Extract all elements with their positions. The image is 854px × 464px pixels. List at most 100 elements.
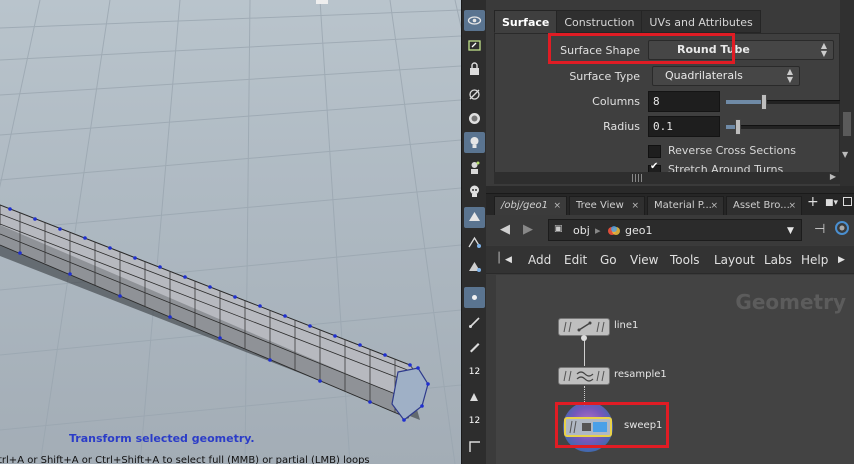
bulb-icon[interactable] (464, 132, 485, 153)
tab-material-palette[interactable]: Material P... × (647, 196, 724, 216)
menu-add[interactable]: Add (528, 253, 551, 267)
viewport-toolbar: 12 12 (461, 0, 486, 464)
network-context-label: Geometry (735, 290, 846, 314)
output-port[interactable] (581, 335, 587, 341)
lock-icon[interactable] (464, 58, 485, 79)
tab-obj-geo1-label: /obj/geo1 (501, 200, 548, 211)
scroll-right-icon[interactable]: ▶ (830, 172, 836, 181)
obj-icon: ▣ (554, 224, 563, 234)
arrow-icon[interactable] (464, 386, 485, 407)
display-icon[interactable] (464, 207, 485, 228)
tab-obj-geo1[interactable]: /obj/geo1 × (494, 196, 567, 216)
back-arrow-icon[interactable]: ◀ (500, 222, 510, 237)
menubar-more-icon[interactable]: ▶ (838, 255, 845, 265)
tab-construction[interactable]: Construction (556, 10, 643, 33)
tab-tree-view[interactable]: Tree View × (569, 196, 645, 216)
network-editor[interactable]: Geometry line1 resample1 sweep1 (496, 275, 854, 464)
path-dropdown-icon[interactable]: ▼ (787, 226, 794, 236)
skull-icon[interactable] (464, 181, 485, 202)
menu-arrows-icon: ▲ ▼ (786, 67, 794, 84)
close-icon[interactable]: × (710, 197, 718, 215)
viewport-grid (0, 0, 461, 464)
num12-icon[interactable]: 12 (464, 410, 485, 431)
menubar-handle-icon: ┃ (496, 253, 503, 264)
reverse-checkbox[interactable] (648, 145, 661, 158)
menubar-arrow-icon[interactable]: ◀ (505, 255, 512, 265)
tab-asset-browser[interactable]: Asset Bro... × (726, 196, 802, 216)
parameter-scrollbar-vertical[interactable]: ▼ (840, 0, 854, 186)
path-field[interactable]: ▣ obj ▸ geo1 ▼ (548, 219, 802, 241)
surface-type-value: Quadrilaterals (665, 69, 743, 82)
parameter-area: Surface Shape Round Tube ▲ ▼ Surface Type… (494, 33, 841, 173)
light-icon[interactable] (464, 108, 485, 129)
ghost-icon[interactable] (464, 157, 485, 178)
menu-tools[interactable]: Tools (670, 253, 700, 267)
numbers-icon[interactable]: 12 (464, 361, 485, 382)
shade-icon[interactable] (464, 256, 485, 277)
reverse-label: Reverse Cross Sections (668, 144, 796, 157)
radius-slider[interactable] (726, 119, 841, 135)
node-line1[interactable] (558, 318, 610, 336)
pin-icon[interactable]: ⊣ (814, 222, 825, 237)
crumb-obj[interactable]: obj (573, 224, 590, 237)
path-bar: ◀ ▶ ▣ obj ▸ geo1 ▼ ⊣ (486, 215, 854, 245)
node-resample1[interactable] (558, 367, 610, 385)
menu-view[interactable]: View (630, 253, 658, 267)
forward-arrow-icon[interactable]: ▶ (523, 222, 533, 237)
scroll-down-icon[interactable]: ▼ (842, 150, 848, 159)
close-icon[interactable]: × (553, 197, 561, 215)
menu-arrows-icon: ▲ ▼ (820, 41, 828, 58)
node-line1-label: line1 (614, 320, 639, 331)
parameter-tabs: Surface Construction UVs and Attributes (494, 10, 761, 33)
close-icon[interactable]: × (788, 197, 796, 215)
num12-icon-label: 12 (468, 415, 481, 426)
menu-edit[interactable]: Edit (564, 253, 587, 267)
columns-slider-knob[interactable] (760, 94, 767, 110)
viewport-corner-mark (316, 0, 328, 4)
tab-uvs-attributes[interactable]: UVs and Attributes (641, 10, 761, 33)
maximize-icon[interactable] (843, 197, 852, 206)
houdini-window: Transform selected geometry. trl+A or Sh… (0, 0, 854, 464)
pane-menu-icon[interactable]: ■▾ (825, 198, 838, 208)
geo-icon (607, 224, 621, 241)
snap-icon[interactable] (464, 84, 485, 105)
surface-type-menu[interactable]: Quadrilaterals ▲ ▼ (652, 66, 800, 86)
scroll-grip[interactable] (632, 174, 644, 182)
pen-icon[interactable] (464, 336, 485, 357)
point-icon[interactable] (464, 287, 485, 308)
columns-slider[interactable] (726, 94, 841, 110)
columns-field[interactable]: 8 (648, 91, 720, 112)
link-icon[interactable] (834, 220, 850, 240)
view-icon[interactable] (464, 10, 485, 31)
parameter-editor: Surface Construction UVs and Attributes … (486, 0, 854, 186)
menu-help[interactable]: Help (801, 253, 828, 267)
radius-field[interactable]: 0.1 (648, 116, 720, 137)
menu-go[interactable]: Go (600, 253, 617, 267)
pane-separator[interactable] (486, 186, 854, 193)
menu-layout[interactable]: Layout (714, 253, 755, 267)
corner-icon[interactable] (464, 436, 485, 457)
lasso-icon[interactable] (464, 35, 485, 56)
viewport-hint-text: Transform selected geometry. (69, 432, 255, 445)
check-icon: ✔ (650, 161, 659, 172)
wire-icon[interactable] (464, 232, 485, 253)
pane-tab-bar: /obj/geo1 × Tree View × Material P... × Ass… (486, 193, 854, 216)
parameter-scrollbar-horizontal[interactable]: ▶ (494, 172, 840, 184)
tab-asset-browser-label: Asset Bro... (733, 200, 790, 211)
resample-node-icon (563, 370, 605, 382)
add-tab-icon[interactable]: + (807, 194, 819, 210)
right-panel: Surface Construction UVs and Attributes … (486, 0, 854, 464)
tab-tree-view-label: Tree View (576, 200, 624, 211)
close-icon[interactable]: × (631, 197, 639, 215)
radius-slider-knob[interactable] (734, 119, 741, 135)
menu-labs[interactable]: Labs (764, 253, 792, 267)
line-node-icon (563, 321, 605, 333)
node-resample1-label: resample1 (614, 369, 667, 380)
scene-viewport[interactable]: Transform selected geometry. trl+A or Sh… (0, 0, 461, 464)
crumb-geo1[interactable]: geo1 (625, 224, 652, 237)
columns-slider-fill (726, 100, 764, 104)
brush-icon[interactable] (464, 312, 485, 333)
scroll-thumb[interactable] (843, 112, 851, 136)
tab-surface[interactable]: Surface (494, 10, 558, 33)
wire-line-resample (584, 337, 585, 366)
